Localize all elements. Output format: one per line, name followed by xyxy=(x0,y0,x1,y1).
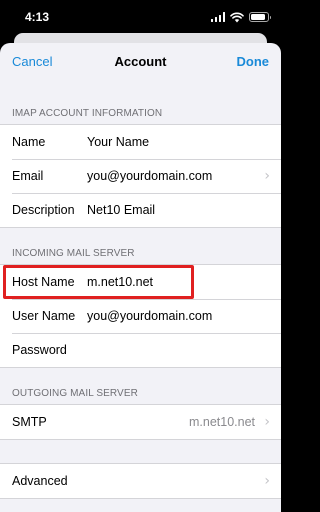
user-name-label: User Name xyxy=(12,309,76,323)
outgoing-group: SMTP m.net10.net › xyxy=(0,404,281,440)
phone-screen: 4:13 Cancel Account Done IMAP ACCOUNT IN… xyxy=(0,0,281,512)
password-label: Password xyxy=(12,343,67,357)
description-label: Description xyxy=(12,203,75,217)
advanced-group: Advanced › xyxy=(0,463,281,499)
advanced-label: Advanced xyxy=(12,474,68,488)
name-row[interactable]: Name Your Name xyxy=(0,125,281,159)
smtp-label: SMTP xyxy=(12,415,47,429)
chevron-right-icon: › xyxy=(264,168,270,184)
user-name-row[interactable]: User Name you@yourdomain.com xyxy=(0,299,281,333)
battery-icon xyxy=(249,12,271,22)
incoming-section-header: INCOMING MAIL SERVER xyxy=(12,248,135,259)
email-field[interactable]: you@yourdomain.com xyxy=(87,169,212,183)
incoming-group: Host Name m.net10.net User Name you@your… xyxy=(0,264,281,368)
smtp-row[interactable]: SMTP m.net10.net › xyxy=(0,405,281,439)
imap-section-header: IMAP ACCOUNT INFORMATION xyxy=(12,108,163,119)
status-icons xyxy=(210,11,271,23)
chevron-right-icon: › xyxy=(264,473,270,489)
done-button[interactable]: Done xyxy=(237,54,270,69)
name-label: Name xyxy=(12,135,46,149)
host-name-row[interactable]: Host Name m.net10.net xyxy=(0,265,281,299)
battery-level xyxy=(251,14,265,20)
user-name-field[interactable]: you@yourdomain.com xyxy=(87,309,212,323)
smtp-server-value: m.net10.net xyxy=(188,415,255,429)
host-name-field[interactable]: m.net10.net xyxy=(87,275,153,289)
status-bar: 4:13 xyxy=(0,0,281,36)
account-sheet: Cancel Account Done IMAP ACCOUNT INFORMA… xyxy=(0,43,281,512)
status-time: 4:13 xyxy=(25,10,50,24)
wifi-icon xyxy=(230,12,244,22)
email-row[interactable]: Email you@yourdomain.com › xyxy=(0,159,281,193)
chevron-right-icon: › xyxy=(264,414,270,430)
imap-group: Name Your Name Email you@yourdomain.com … xyxy=(0,124,281,228)
nav-bar: Cancel Account Done xyxy=(0,43,281,80)
signal-icon xyxy=(210,12,225,22)
password-row[interactable]: Password xyxy=(0,333,281,367)
email-label: Email xyxy=(12,169,44,183)
host-name-label: Host Name xyxy=(12,275,75,289)
description-row[interactable]: Description Net10 Email xyxy=(0,193,281,227)
cancel-button[interactable]: Cancel xyxy=(12,54,52,69)
description-field[interactable]: Net10 Email xyxy=(87,203,155,217)
name-field[interactable]: Your Name xyxy=(87,135,149,149)
outgoing-section-header: OUTGOING MAIL SERVER xyxy=(12,388,138,399)
advanced-row[interactable]: Advanced › xyxy=(0,464,281,498)
